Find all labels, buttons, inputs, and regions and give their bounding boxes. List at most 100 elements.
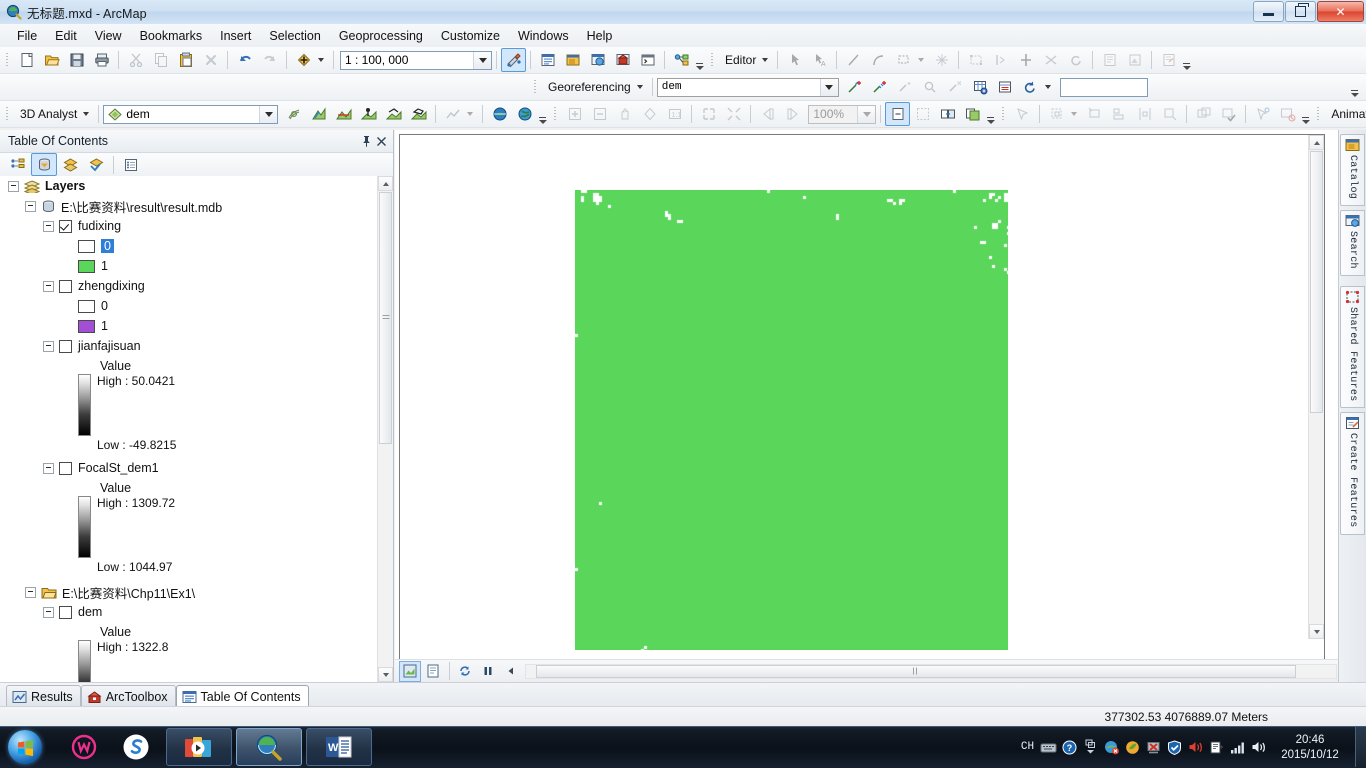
create-features-icon[interactable]: [1156, 48, 1181, 72]
layer-visibility-checkbox[interactable]: [59, 339, 72, 353]
add-data-icon[interactable]: [291, 48, 316, 72]
auto-registration-icon[interactable]: [868, 75, 893, 99]
select-graphics-icon[interactable]: [1010, 102, 1035, 126]
save-icon[interactable]: [64, 48, 89, 72]
zoom-in-icon[interactable]: [562, 102, 587, 126]
split-icon[interactable]: [1013, 48, 1038, 72]
map-scroll-thumb[interactable]: [1310, 151, 1323, 413]
expander-icon[interactable]: [43, 340, 54, 352]
dock-tab-search[interactable]: Search: [1340, 210, 1365, 276]
graphics-grip[interactable]: [1000, 105, 1007, 123]
graphics-chevron-icon[interactable]: [1071, 112, 1078, 116]
add-control-points-icon[interactable]: [843, 75, 868, 99]
3d-analyst-chevron-icon[interactable]: [83, 112, 90, 116]
word-task[interactable]: W: [306, 728, 372, 766]
view-zoom-combo[interactable]: 100%: [808, 104, 877, 124]
link-table-icon[interactable]: [993, 75, 1018, 99]
toc-class-zhengdixing-0[interactable]: 0: [0, 296, 393, 316]
steepest-path-icon[interactable]: [306, 102, 331, 126]
go-back-icon[interactable]: [755, 102, 780, 126]
toc-group-folder[interactable]: E:\比赛资料\Chp11\Ex1\: [0, 582, 393, 602]
interpolate-polygon-icon[interactable]: [406, 102, 431, 126]
green-shield-icon[interactable]: [1122, 728, 1143, 766]
map-scroll-up-button[interactable]: [1309, 135, 1324, 150]
chevron-down-icon[interactable]: [473, 51, 491, 69]
paste-icon[interactable]: [173, 48, 198, 72]
cut-icon[interactable]: [123, 48, 148, 72]
georeferencing-layer-combo[interactable]: dem: [656, 77, 839, 97]
select-elements-icon[interactable]: [1250, 102, 1275, 126]
toc-class-fudixing-1[interactable]: 1: [0, 256, 393, 276]
layer-visibility-checkbox[interactable]: [59, 605, 72, 619]
chevron-down-icon[interactable]: [259, 105, 278, 123]
editor-toolbar-icon[interactable]: [501, 48, 526, 72]
toc-layer-fudixing[interactable]: fudixing: [0, 216, 393, 236]
map-hscroll-thumb[interactable]: [536, 664, 1296, 678]
table-of-contents-icon[interactable]: [535, 48, 560, 72]
menu-file[interactable]: File: [8, 26, 46, 46]
distribute-icon[interactable]: [1132, 102, 1157, 126]
arc-segment-icon[interactable]: [866, 48, 891, 72]
clear-selection-icon[interactable]: [1275, 102, 1300, 126]
animation-grip[interactable]: [1315, 105, 1322, 123]
tab-results[interactable]: Results: [6, 685, 81, 707]
map-scale-combo[interactable]: 1 : 100, 000: [340, 50, 492, 70]
class-swatch[interactable]: [78, 239, 95, 253]
options-icon[interactable]: [118, 153, 144, 176]
toc-layer-jianfajisuan[interactable]: jianfajisuan: [0, 336, 393, 356]
speaker-icon[interactable]: [1248, 728, 1269, 766]
help-icon[interactable]: ?: [1059, 728, 1080, 766]
analyst-grip[interactable]: [4, 105, 11, 123]
delete-link-icon[interactable]: [943, 75, 968, 99]
menu-selection[interactable]: Selection: [260, 26, 329, 46]
toc-class-fudixing-0[interactable]: 0: [0, 236, 393, 256]
blue-s-app-icon[interactable]: [110, 728, 162, 766]
toc-scrollbar[interactable]: [377, 176, 393, 682]
dock-tab-catalog[interactable]: Catalog: [1340, 134, 1365, 207]
menu-bookmarks[interactable]: Bookmarks: [131, 26, 212, 46]
sketch-tool-chevron-icon[interactable]: [918, 58, 925, 62]
red-x-icon[interactable]: [1143, 728, 1164, 766]
list-by-drawing-order-icon[interactable]: [5, 153, 31, 176]
toolbar-grip[interactable]: [4, 51, 11, 69]
nudge-icon[interactable]: [1157, 102, 1182, 126]
open-icon[interactable]: [39, 48, 64, 72]
show-desktop-button[interactable]: [1355, 727, 1366, 767]
layout-overflow-button[interactable]: [985, 102, 996, 126]
georeferencing-chevron-icon[interactable]: [636, 85, 643, 89]
arcglobe-icon[interactable]: [512, 102, 537, 126]
expander-icon[interactable]: [43, 220, 54, 232]
menu-edit[interactable]: Edit: [46, 26, 86, 46]
profile-graph-chevron-icon[interactable]: [467, 112, 474, 116]
class-swatch[interactable]: [78, 319, 95, 333]
animation-menu-button[interactable]: Animation: [1325, 105, 1366, 123]
toc-layer-dem[interactable]: dem: [0, 602, 393, 622]
class-swatch[interactable]: [78, 259, 95, 273]
pink-w-app-icon[interactable]: [58, 728, 110, 766]
keyboard-icon[interactable]: [1038, 728, 1059, 766]
georeferencing-text-field[interactable]: [1059, 77, 1148, 97]
arcscene-icon[interactable]: [487, 102, 512, 126]
expander-icon[interactable]: [8, 180, 19, 192]
undo-icon[interactable]: [232, 48, 257, 72]
edit-annotation-icon[interactable]: A: [807, 48, 832, 72]
rotate-icon[interactable]: [1063, 48, 1088, 72]
group-graphics-icon[interactable]: [1044, 102, 1069, 126]
cut-polygons-icon[interactable]: [1038, 48, 1063, 72]
toc-tree[interactable]: Layers E:\比赛资料\result\result.mdb fudixin…: [0, 176, 393, 682]
map-vertical-scrollbar[interactable]: [1308, 135, 1324, 639]
add-data-dropdown-icon[interactable]: [318, 58, 324, 62]
arctoolbox-icon[interactable]: [610, 48, 635, 72]
taskbar-clock[interactable]: 20:46 2015/10/12: [1269, 732, 1351, 763]
dock-tab-create-features[interactable]: Create Features: [1340, 412, 1365, 535]
reshape-icon[interactable]: [988, 48, 1013, 72]
sketch-properties-icon[interactable]: [929, 48, 954, 72]
redo-icon[interactable]: [257, 48, 282, 72]
analyst-overflow-button[interactable]: [537, 102, 548, 126]
editor-overflow-button[interactable]: [1181, 48, 1192, 72]
start-button[interactable]: [2, 728, 48, 766]
editor-menu-button[interactable]: Editor: [719, 51, 760, 69]
edit-vertices-icon[interactable]: [963, 48, 988, 72]
toolbar-overflow-button[interactable]: [694, 48, 705, 72]
attributes-icon[interactable]: [1097, 48, 1122, 72]
